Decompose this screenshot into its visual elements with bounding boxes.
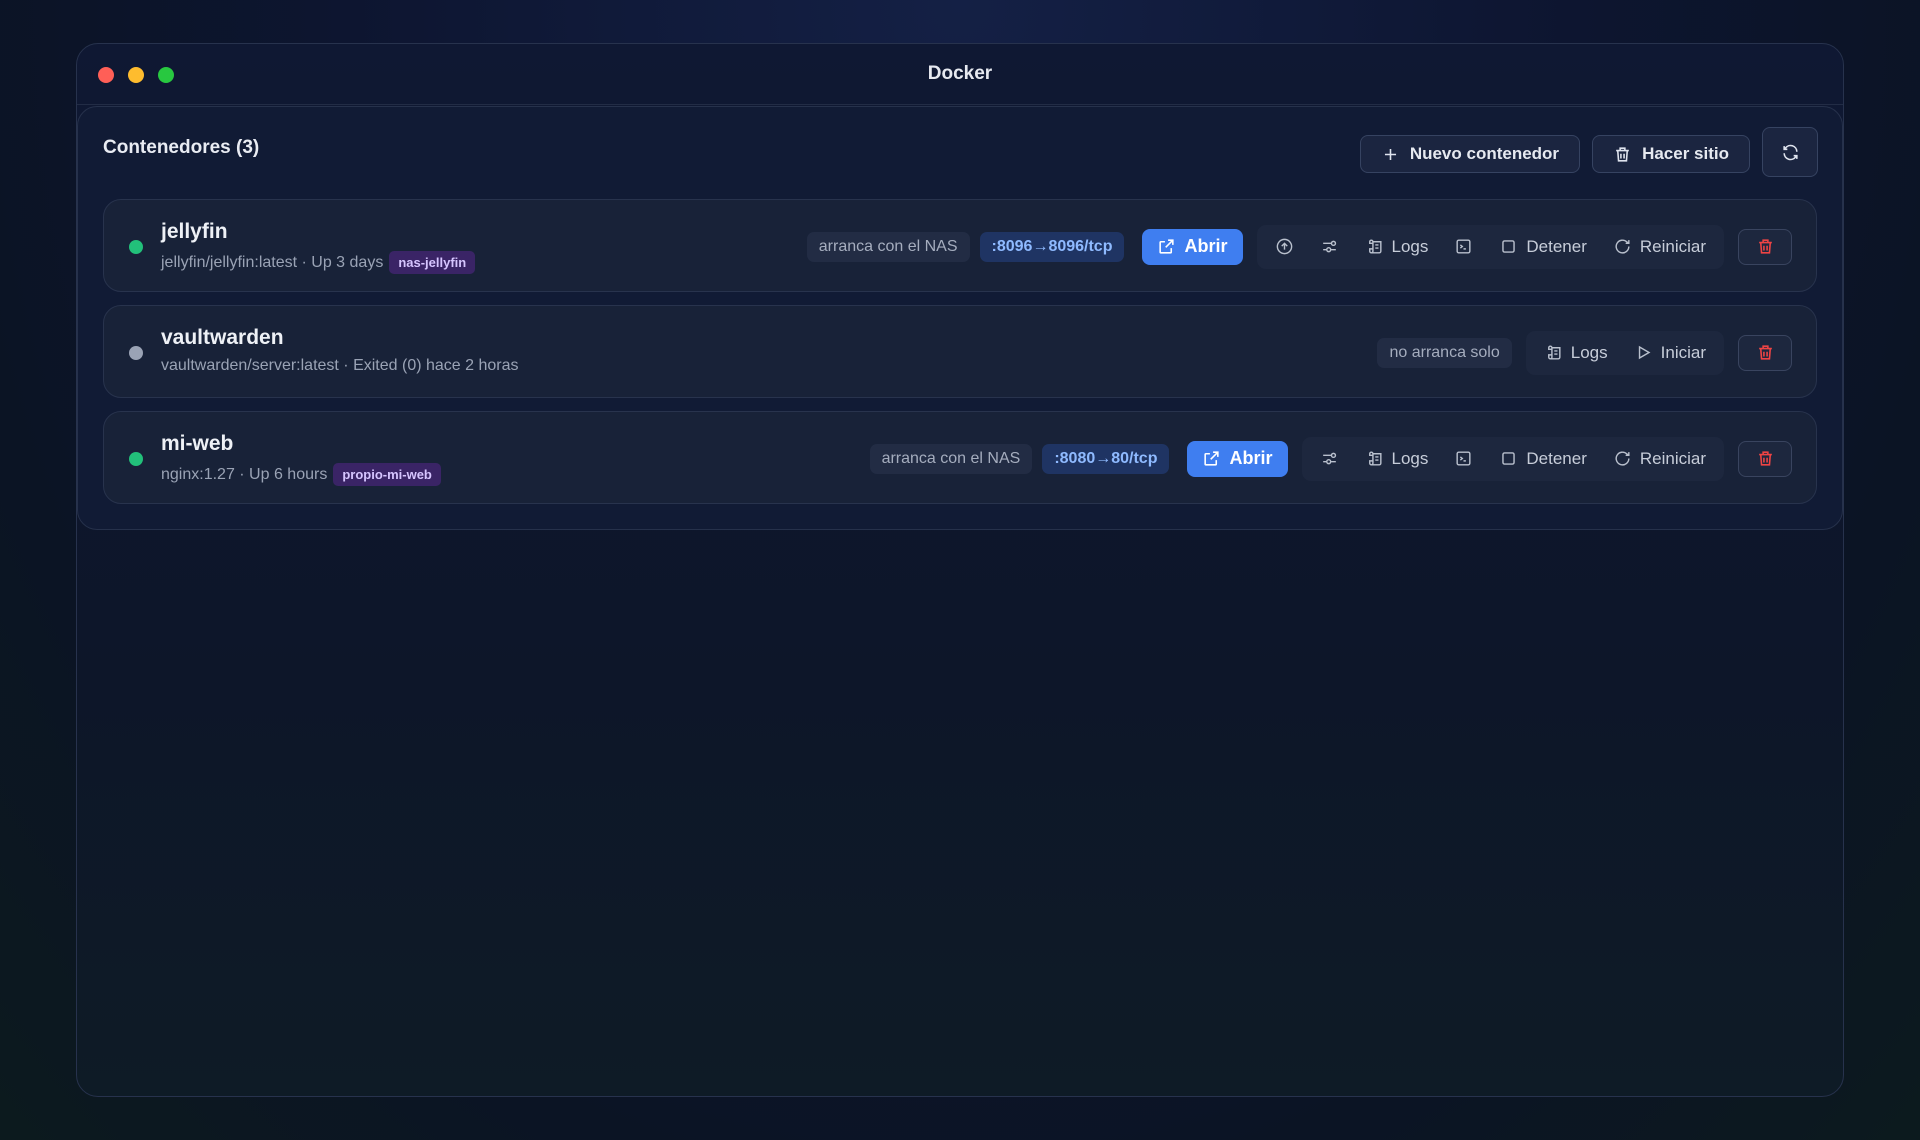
action-group: Logs Detener Reiniciar: [1256, 224, 1724, 269]
square-icon: [1502, 240, 1516, 253]
settings-button[interactable]: [1308, 229, 1351, 265]
stop-button[interactable]: Detener: [1487, 229, 1598, 265]
stop-label: Detener: [1526, 236, 1587, 256]
new-container-button[interactable]: Nuevo contenedor: [1359, 135, 1581, 173]
scroll-icon: [1368, 239, 1382, 254]
container-meta: jellyfin/jellyfin:latest · Up 3 days nas…: [161, 251, 476, 274]
container-meta: vaultwarden/server:latest · Exited (0) h…: [161, 357, 519, 375]
container-tag: propio-mi-web: [333, 463, 441, 486]
scroll-icon: [1368, 451, 1382, 466]
trash-icon: [1758, 239, 1772, 254]
sliders-icon: [1322, 452, 1336, 465]
restart-button[interactable]: Reiniciar: [1601, 441, 1718, 477]
terminal-button[interactable]: [1442, 229, 1485, 265]
arrow-up-circle-icon: [1276, 238, 1292, 255]
delete-button[interactable]: [1738, 334, 1792, 371]
container-name: jellyfin: [161, 220, 228, 243]
refresh-button[interactable]: [1762, 127, 1818, 177]
delete-button[interactable]: [1738, 440, 1792, 477]
refresh-icon: [1782, 144, 1798, 160]
container-image-status: jellyfin/jellyfin:latest · Up 3 days: [161, 253, 384, 271]
panel-title: Contenedores (3): [103, 137, 260, 158]
logs-label: Logs: [1391, 236, 1429, 256]
container-row-jellyfin: jellyfin jellyfin/jellyfin:latest · Up 3…: [103, 199, 1817, 292]
start-label: Iniciar: [1660, 342, 1706, 362]
container-meta: nginx:1.27 · Up 6 hours propio-mi-web: [161, 463, 441, 486]
open-label: Abrir: [1184, 236, 1228, 256]
stop-button[interactable]: Detener: [1487, 441, 1598, 477]
prune-label: Hacer sitio: [1642, 144, 1729, 163]
open-label: Abrir: [1229, 448, 1273, 468]
logs-button[interactable]: Logs: [1353, 229, 1441, 265]
terminal-icon: [1456, 451, 1471, 466]
port-badge: :8096→8096/tcp: [979, 231, 1125, 262]
logs-button[interactable]: Logs: [1532, 335, 1620, 371]
logs-button[interactable]: Logs: [1353, 441, 1441, 477]
port-badge: :8080→80/tcp: [1042, 443, 1170, 474]
restart-policy-badge: no arranca solo: [1377, 337, 1512, 368]
external-link-icon: [1204, 451, 1220, 466]
close-window-button[interactable]: [98, 67, 114, 83]
container-image-status: nginx:1.27 · Up 6 hours: [161, 465, 328, 483]
container-name: vaultwarden: [161, 326, 284, 349]
status-dot-running: [129, 240, 143, 254]
container-tag: nas-jellyfin: [389, 251, 476, 274]
square-icon: [1502, 452, 1516, 465]
row-actions: arranca con el NAS :8096→8096/tcp Abrir: [806, 200, 1792, 293]
logs-label: Logs: [1570, 342, 1608, 362]
trash-icon: [1758, 345, 1772, 360]
new-container-label: Nuevo contenedor: [1409, 144, 1560, 163]
container-row-mi-web: mi-web nginx:1.27 · Up 6 hours propio-mi…: [103, 411, 1817, 504]
terminal-button[interactable]: [1442, 441, 1485, 477]
status-dot-running: [129, 452, 143, 466]
delete-button[interactable]: [1738, 228, 1792, 265]
stop-label: Detener: [1526, 448, 1587, 468]
open-button[interactable]: Abrir: [1187, 440, 1288, 477]
row-actions: arranca con el NAS :8080→80/tcp Abrir Lo…: [869, 412, 1792, 505]
container-image-status: vaultwarden/server:latest · Exited (0) h…: [161, 357, 519, 374]
status-dot-stopped: [129, 346, 143, 360]
window-controls: [98, 67, 174, 83]
rotate-icon: [1615, 239, 1630, 254]
action-group: Logs Iniciar: [1525, 330, 1724, 375]
plus-icon: [1384, 148, 1396, 160]
top-actions: Nuevo contenedor Hacer sitio: [1359, 127, 1818, 177]
minimize-window-button[interactable]: [128, 67, 144, 83]
restart-button[interactable]: Reiniciar: [1601, 229, 1718, 265]
container-name: mi-web: [161, 432, 234, 455]
action-group: Logs Detener Reiniciar: [1301, 436, 1724, 481]
container-row-vaultwarden: vaultwarden vaultwarden/server:latest · …: [103, 305, 1817, 398]
restart-label: Reiniciar: [1639, 448, 1706, 468]
scroll-icon: [1547, 345, 1561, 360]
prune-button[interactable]: Hacer sitio: [1592, 135, 1750, 173]
restart-policy-badge: arranca con el NAS: [869, 443, 1033, 474]
trash-icon: [1758, 451, 1772, 466]
sliders-icon: [1322, 240, 1336, 253]
external-link-icon: [1159, 239, 1175, 254]
restart-policy-badge: arranca con el NAS: [806, 231, 970, 262]
window-title: Docker: [927, 63, 993, 84]
play-icon: [1638, 345, 1651, 360]
logs-label: Logs: [1391, 448, 1429, 468]
rotate-icon: [1615, 451, 1630, 466]
settings-button[interactable]: [1308, 441, 1351, 477]
start-button[interactable]: Iniciar: [1622, 335, 1718, 371]
trash-icon: [1616, 146, 1629, 162]
restart-label: Reiniciar: [1639, 236, 1706, 256]
terminal-icon: [1456, 239, 1471, 254]
title-bar: Docker: [77, 44, 1843, 105]
open-button[interactable]: Abrir: [1142, 228, 1243, 265]
row-actions: no arranca solo Logs Iniciar: [1377, 306, 1792, 399]
update-button[interactable]: [1263, 229, 1306, 265]
maximize-window-button[interactable]: [158, 67, 174, 83]
containers-panel: Contenedores (3) Nuevo contenedor Hacer …: [77, 106, 1843, 530]
app-window: Docker Contenedores (3) Nuevo contenedor…: [76, 43, 1844, 1097]
